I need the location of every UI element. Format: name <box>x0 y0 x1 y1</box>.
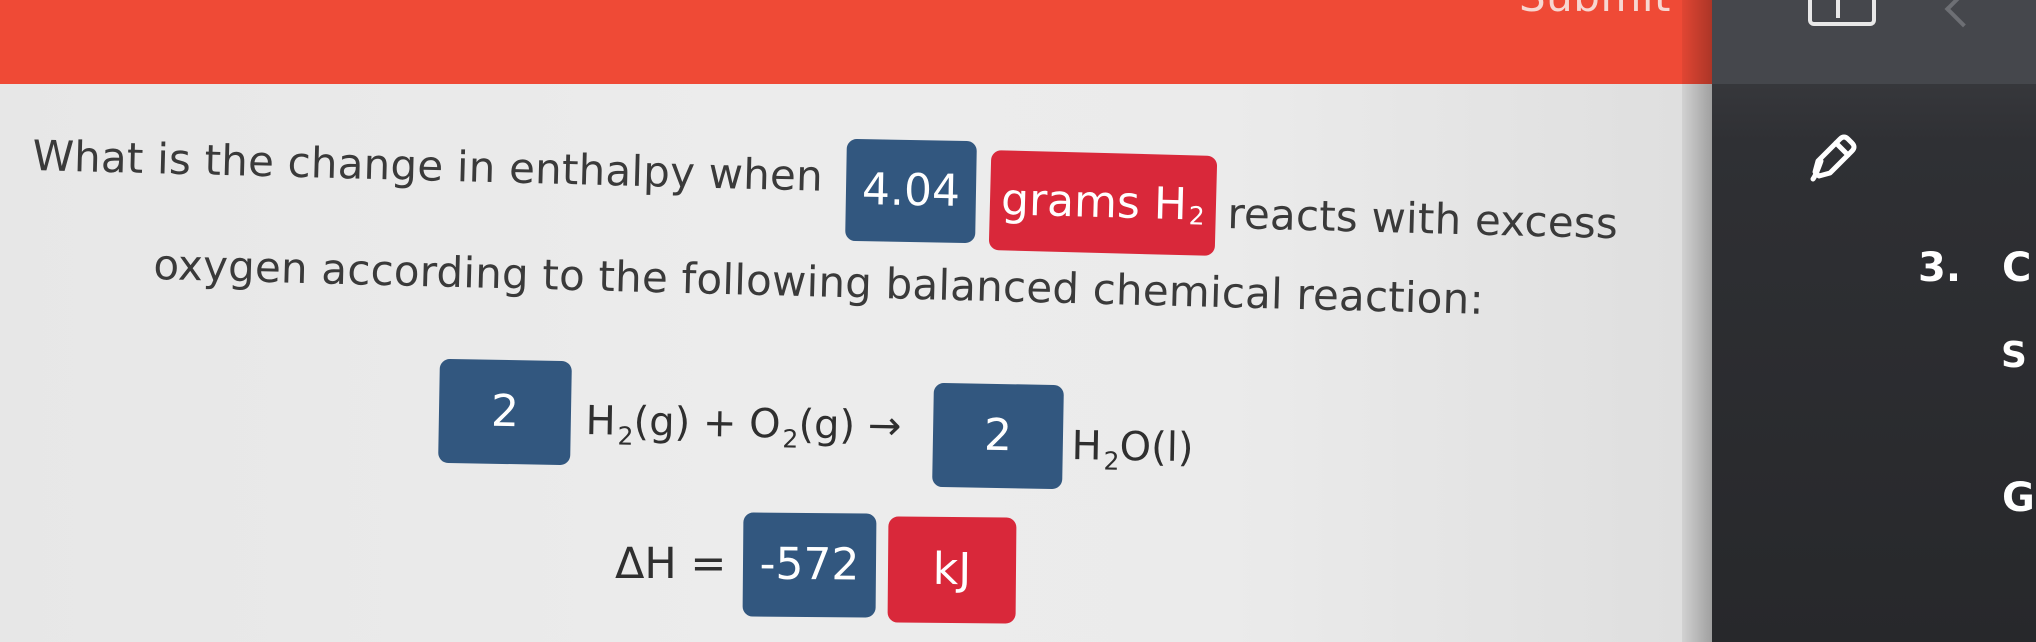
mass-value: 4.04 <box>861 164 961 217</box>
reaction-reactants: H2(g) + O2(g) → <box>585 398 902 454</box>
question-letter: C <box>2002 245 2032 291</box>
side-letter-s: S <box>2001 335 2027 376</box>
reactant-o-state: (g) → <box>798 401 902 450</box>
enthalpy-value-tile[interactable]: -572 <box>742 512 877 618</box>
unit-label: grams H <box>1000 174 1188 231</box>
question-line-2: oxygen according to the following balanc… <box>153 240 1485 324</box>
question-line-1-end-text: reacts with excess <box>1226 189 1619 249</box>
question-panel: Submit What is the change in enthalpy wh… <box>0 0 1720 642</box>
reactant-h-subscript: 2 <box>617 421 634 451</box>
reactant-h: H <box>585 398 617 445</box>
product-h: H <box>1071 423 1103 470</box>
mass-unit-tile[interactable]: grams H2 <box>988 150 1218 256</box>
side-letter-g: G <box>2002 475 2035 521</box>
enthalpy-value: -572 <box>759 538 860 591</box>
mass-answer-tile[interactable]: 4.04 <box>845 138 977 244</box>
question-line-2-text: oxygen according to the following balanc… <box>152 240 1485 324</box>
question-line-1-text: What is the change in enthalpy when <box>31 131 824 201</box>
product-coefficient-tile[interactable]: 2 <box>932 382 1064 490</box>
right-panel <box>1712 0 2036 642</box>
product-h-subscript: 2 <box>1103 446 1120 476</box>
unit-subscript: 2 <box>1188 200 1205 231</box>
reactant-coefficient-tile[interactable]: 2 <box>438 358 572 466</box>
question-line-1: What is the change in enthalpy when <box>32 131 824 201</box>
enthalpy-unit: kJ <box>932 543 972 596</box>
edit-icon[interactable] <box>1805 130 1861 186</box>
reaction-product: H2O(l) <box>1071 423 1194 476</box>
question-line-1-end: reacts with excess <box>1227 189 1619 248</box>
product-coefficient: 2 <box>983 409 1013 462</box>
reactant-o-subscript: 2 <box>782 424 799 454</box>
reactant-coefficient: 2 <box>490 385 520 438</box>
reactant-h-state: (g) + O <box>633 398 782 448</box>
question-screen: Submit What is the change in enthalpy wh… <box>0 0 2036 642</box>
enthalpy-label: ΔH = <box>615 539 727 589</box>
submit-button-label[interactable]: Submit <box>1519 0 1671 18</box>
submit-bar[interactable]: Submit <box>0 0 1712 84</box>
layout-icon[interactable] <box>1808 0 1876 26</box>
product-rest: O(l) <box>1119 423 1194 472</box>
enthalpy-unit-tile[interactable]: kJ <box>887 516 1017 624</box>
question-number: 3. <box>1918 245 1962 291</box>
